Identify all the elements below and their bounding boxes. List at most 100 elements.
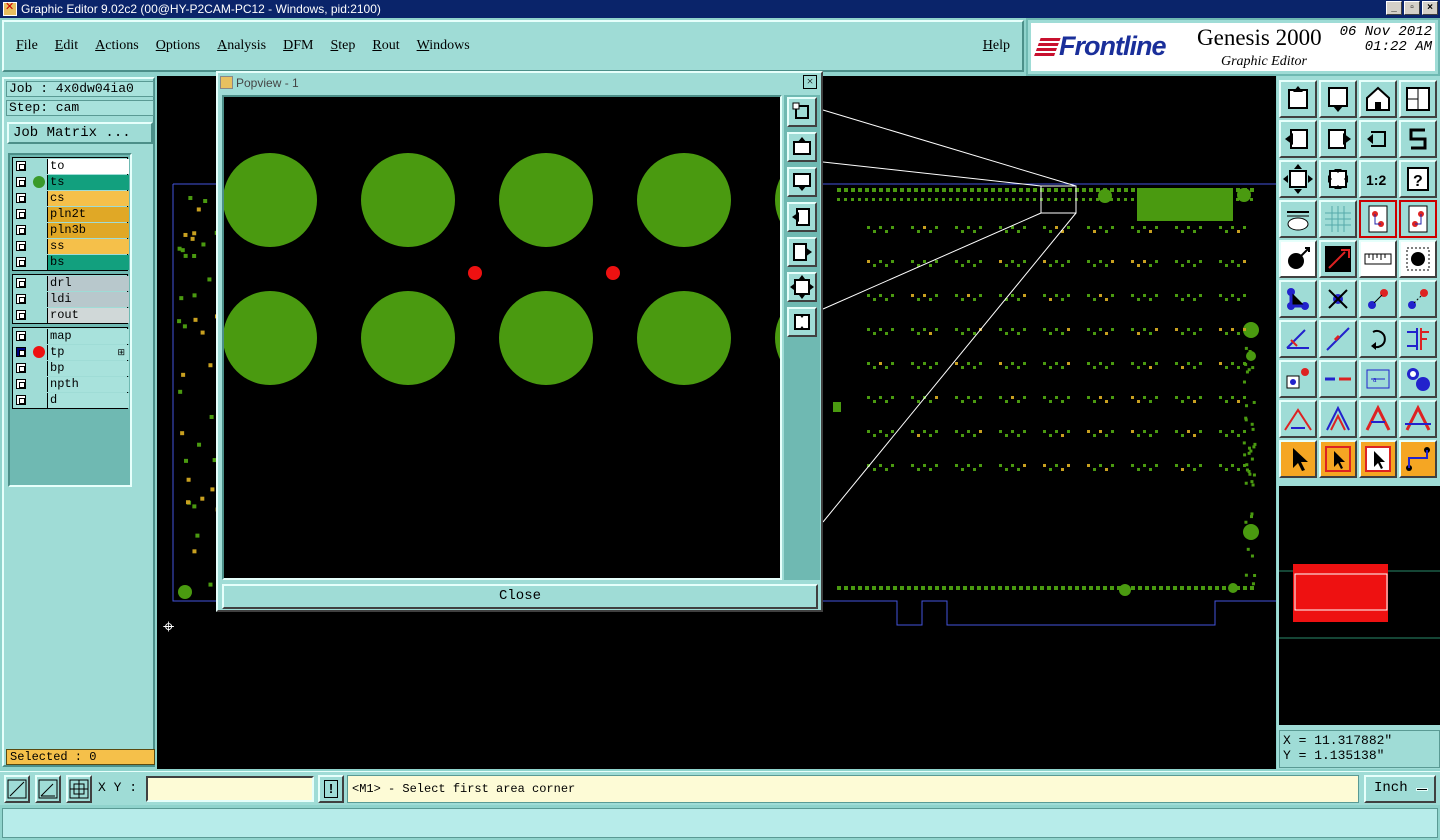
layer-name[interactable]: cs	[47, 190, 129, 206]
layer-checkbox[interactable]	[16, 225, 26, 235]
layer-checkbox[interactable]	[16, 395, 26, 405]
layer-checkbox[interactable]	[16, 331, 26, 341]
menu-rout[interactable]: Rout	[372, 38, 399, 54]
layer-checkbox[interactable]	[16, 294, 26, 304]
layer-name[interactable]: pln2t	[47, 206, 129, 222]
measure-button[interactable]	[1359, 240, 1397, 278]
cross-pads-button[interactable]	[1319, 280, 1357, 318]
layer-row-ts[interactable]: ts	[13, 174, 129, 190]
split-line-button[interactable]	[1399, 320, 1437, 358]
menu-help[interactable]: Help	[983, 38, 1010, 54]
redraw-button[interactable]	[1359, 120, 1397, 158]
mini-map[interactable]	[1279, 486, 1440, 725]
layer-checkbox[interactable]	[16, 278, 26, 288]
layer-name[interactable]: bs	[47, 254, 129, 270]
slash-line-button[interactable]	[1319, 320, 1357, 358]
connect-pads-button[interactable]	[1279, 280, 1317, 318]
popview-close-button[interactable]: Close	[222, 584, 818, 609]
job-matrix-button[interactable]: Job Matrix ...	[7, 122, 153, 144]
layer-checkbox[interactable]	[16, 257, 26, 267]
layer-name[interactable]: rout	[47, 307, 129, 323]
maximize-button[interactable]: ▫	[1404, 1, 1420, 15]
layer-row-ss[interactable]: ss	[13, 238, 129, 254]
layer-name[interactable]: pln3b	[47, 222, 129, 238]
layer-row-bp[interactable]: bp	[13, 360, 129, 376]
layer-name[interactable]: d	[47, 392, 129, 408]
layer-name[interactable]: ss	[47, 238, 129, 254]
layer-row-pln3b[interactable]: pln3b	[13, 222, 129, 238]
move-pad-button[interactable]	[1359, 280, 1397, 318]
unit-select[interactable]: Inch	[1364, 775, 1436, 803]
layer-row-drl[interactable]: drl	[13, 275, 129, 291]
scale-1-2-button[interactable]: 1:2	[1359, 160, 1397, 198]
minimize-button[interactable]: _	[1386, 1, 1402, 15]
pointer-box-button[interactable]	[1319, 440, 1357, 478]
add-surface-button[interactable]	[1399, 240, 1437, 278]
s-curve-button[interactable]	[1399, 120, 1437, 158]
popview-pan-left-button[interactable]	[787, 202, 817, 232]
select-pad-button[interactable]	[1279, 360, 1317, 398]
menu-file[interactable]: File	[16, 38, 38, 54]
net-highlight-button[interactable]	[1399, 200, 1437, 238]
pointer-select-button[interactable]	[1359, 440, 1397, 478]
pad-group-button[interactable]	[1399, 360, 1437, 398]
layer-row-map[interactable]: map	[13, 328, 129, 344]
layer-row-bs[interactable]: bs	[13, 254, 129, 270]
layer-row-npth[interactable]: npth	[13, 376, 129, 392]
popview-pan-down-button[interactable]	[787, 167, 817, 197]
popview-zoom-in-button[interactable]	[787, 307, 817, 337]
snap-angle-button[interactable]	[35, 775, 61, 803]
layer-row-rout[interactable]: rout	[13, 307, 129, 323]
palette-button[interactable]	[1279, 200, 1317, 238]
home-button[interactable]	[1359, 80, 1397, 118]
layer-checkbox[interactable]	[16, 310, 26, 320]
route-button[interactable]	[1399, 440, 1437, 478]
layer-name[interactable]: bp	[47, 360, 129, 376]
pan-left-button[interactable]	[1279, 120, 1317, 158]
net-select-button[interactable]	[1359, 200, 1397, 238]
rotate-button[interactable]	[1359, 320, 1397, 358]
layer-name[interactable]: map	[47, 328, 129, 344]
menu-edit[interactable]: Edit	[55, 38, 78, 54]
home-down-button[interactable]	[1319, 80, 1357, 118]
dimension-button[interactable]: a	[1359, 360, 1397, 398]
break-line-button[interactable]	[1319, 360, 1357, 398]
angle-line-button[interactable]	[1279, 320, 1317, 358]
layer-name[interactable]: ts	[47, 174, 129, 190]
layer-row-cs[interactable]: cs	[13, 190, 129, 206]
menu-step[interactable]: Step	[330, 38, 355, 54]
pan-right-button[interactable]	[1319, 120, 1357, 158]
snap-diagonal-button[interactable]	[4, 775, 30, 803]
layer-row-ldi[interactable]: ldi	[13, 291, 129, 307]
layer-name[interactable]: drl	[47, 275, 129, 291]
popview-zoom-out-button[interactable]	[787, 272, 817, 302]
zoom-center-button[interactable]	[1319, 160, 1357, 198]
menu-dfm[interactable]: DFM	[283, 38, 313, 54]
popview-zoom-area-button[interactable]	[787, 97, 817, 127]
move-pad-alt-button[interactable]	[1399, 280, 1437, 318]
grid-button[interactable]	[1319, 200, 1357, 238]
popview-pan-right-button[interactable]	[787, 237, 817, 267]
split-view-button[interactable]	[1399, 80, 1437, 118]
triangle-up-button[interactable]	[1279, 400, 1317, 438]
triangle-c-button[interactable]	[1399, 400, 1437, 438]
layer-checkbox[interactable]	[16, 177, 26, 187]
popview-pan-up-button[interactable]	[787, 132, 817, 162]
snap-grid-button[interactable]	[66, 775, 92, 803]
layer-checkbox[interactable]	[16, 209, 26, 219]
menu-analysis[interactable]: Analysis	[217, 38, 266, 54]
layer-row-tp[interactable]: tp ⊞	[13, 344, 129, 360]
layer-checkbox[interactable]	[16, 193, 26, 203]
layer-row-to[interactable]: to	[13, 158, 129, 174]
add-line-button[interactable]	[1319, 240, 1357, 278]
menu-actions[interactable]: Actions	[95, 38, 139, 54]
layer-name[interactable]: to	[47, 158, 129, 174]
help-button[interactable]: ?	[1399, 160, 1437, 198]
layer-checkbox[interactable]	[16, 347, 26, 357]
alert-button[interactable]: !	[318, 775, 344, 803]
xy-input[interactable]	[146, 776, 314, 802]
popview-canvas[interactable]	[222, 95, 782, 580]
layer-row-pln2t[interactable]: pln2t	[13, 206, 129, 222]
layer-checkbox[interactable]	[16, 161, 26, 171]
zoom-fit-button[interactable]	[1279, 160, 1317, 198]
